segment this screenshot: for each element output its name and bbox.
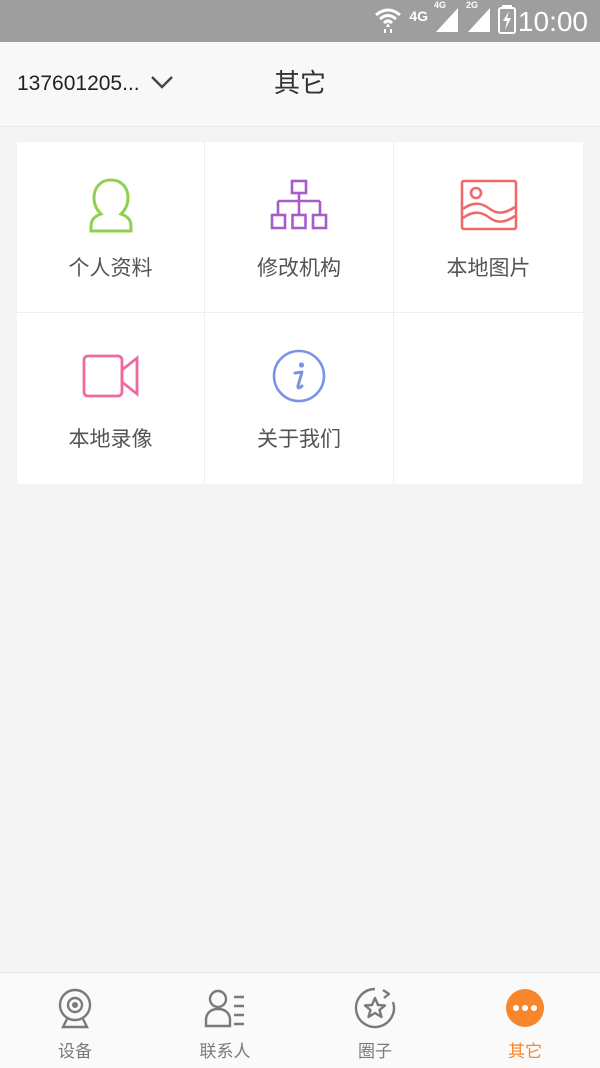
contacts-icon: [203, 986, 247, 1030]
wifi-icon: [373, 4, 403, 38]
top-bar: 137601205... 其它: [0, 42, 600, 127]
bottom-nav: 设备 联系人 圈子 其它: [0, 972, 600, 1068]
info-icon: [271, 346, 327, 406]
feature-grid: 个人资料 修改机构 本地图片 本地录像 关于我们: [17, 142, 583, 484]
nav-item-label: 联系人: [199, 1042, 251, 1062]
grid-item-pictures[interactable]: 本地图片: [394, 142, 583, 313]
grid-item-label: 关于我们: [257, 427, 341, 451]
account-selector[interactable]: 137601205...: [17, 42, 174, 126]
grid-item-org[interactable]: 修改机构: [205, 142, 394, 313]
circle-star-icon: [353, 986, 397, 1030]
status-bar: 4G 4G 2G 10:00: [0, 0, 600, 42]
signal-icon: 4G: [434, 0, 460, 38]
grid-empty-cell: [394, 313, 583, 484]
signal-tag: 2G: [466, 0, 479, 10]
nav-item-circle[interactable]: 圈子: [300, 973, 450, 1068]
grid-item-label: 修改机构: [257, 256, 341, 280]
more-icon: [505, 986, 545, 1030]
nav-item-label: 设备: [58, 1042, 92, 1062]
webcam-icon: [55, 986, 95, 1030]
nav-item-label: 圈子: [358, 1042, 392, 1062]
grid-item-videos[interactable]: 本地录像: [17, 313, 205, 484]
grid-item-label: 本地图片: [446, 256, 531, 280]
account-number: 137601205...: [17, 72, 140, 95]
nav-item-devices[interactable]: 设备: [0, 973, 150, 1068]
network-type-label: 4G: [409, 8, 428, 24]
nav-item-more[interactable]: 其它: [450, 973, 600, 1068]
signal-tag: 4G: [434, 0, 447, 10]
picture-icon: [460, 175, 518, 235]
nav-item-label: 其它: [508, 1042, 542, 1062]
signal-icon: 2G: [466, 0, 492, 38]
status-icons: 4G 4G 2G: [373, 0, 516, 38]
org-chart-icon: [270, 175, 328, 235]
grid-item-about[interactable]: 关于我们: [205, 313, 394, 484]
grid-item-label: 本地录像: [68, 427, 153, 451]
video-camera-icon: [82, 346, 140, 406]
nav-item-contacts[interactable]: 联系人: [150, 973, 300, 1068]
grid-item-label: 个人资料: [68, 256, 153, 280]
chevron-down-icon: [150, 72, 174, 96]
profile-icon: [86, 175, 136, 235]
clock: 10:00: [517, 6, 588, 37]
battery-charging-icon: [498, 4, 516, 38]
grid-item-profile[interactable]: 个人资料: [17, 142, 205, 313]
